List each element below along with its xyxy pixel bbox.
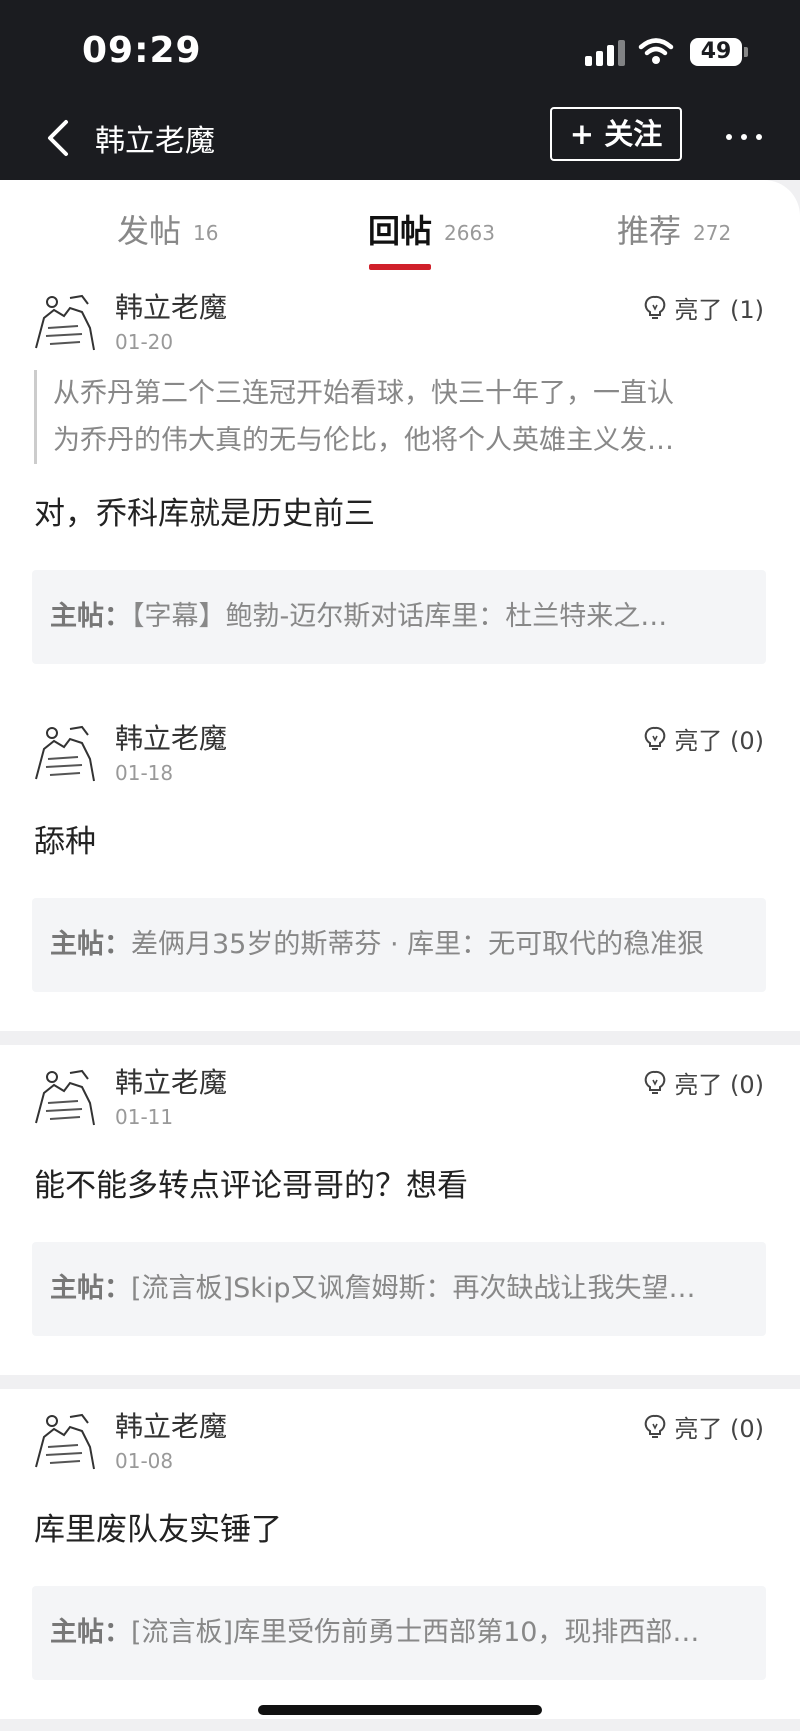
light-count: 亮了 (0): [674, 727, 764, 755]
more-options-icon[interactable]: [726, 122, 762, 152]
back-arrow-icon[interactable]: [44, 118, 74, 158]
reply-text: 舔种: [34, 824, 96, 860]
reply-text: 库里废队友实锤了: [34, 1512, 282, 1548]
content-panel: 发帖 16 回帖 2663 推荐 272 韩立老魔 01-20 亮了 (1) 从…: [0, 180, 800, 1731]
tab-replies-count: 2663: [444, 221, 495, 245]
status-time: 09:29: [82, 30, 202, 71]
reply-card[interactable]: 韩立老魔 01-18 亮了 (0) 舔种 主帖：差俩月35岁的斯蒂芬 · 库里：…: [0, 701, 800, 1031]
avatar[interactable]: [30, 288, 100, 358]
post-date: 01-20: [115, 330, 174, 354]
author-name[interactable]: 韩立老魔: [115, 717, 227, 757]
main-thread-link[interactable]: 主帖：差俩月35岁的斯蒂芬 · 库里：无可取代的稳准狠: [32, 898, 766, 992]
post-date: 01-08: [115, 1449, 174, 1473]
light-button[interactable]: 亮了 (1): [644, 290, 764, 325]
main-thread-link[interactable]: 主帖：[流言板]库里受伤前勇士西部第10，现排西部…: [32, 1586, 766, 1680]
light-count: 亮了 (1): [674, 296, 764, 324]
main-thread-link[interactable]: 主帖：【字幕】鲍勃-迈尔斯对话库里：杜兰特来之…: [32, 570, 766, 664]
tab-posts[interactable]: 发帖 16: [117, 206, 218, 252]
author-name[interactable]: 韩立老魔: [115, 1061, 227, 1101]
quote-line: 从乔丹第二个三连冠开始看球，快三十年了，一直认: [53, 378, 674, 409]
avatar[interactable]: [30, 719, 100, 789]
top-bar: 09:29 49 韩立老魔 + 关注: [0, 0, 800, 180]
battery-nub: [744, 47, 748, 57]
reply-text: 对，乔科库就是历史前三: [34, 496, 375, 532]
tab-recommend[interactable]: 推荐 272: [617, 206, 731, 252]
wifi-icon: [638, 38, 674, 64]
quote-line: 为乔丹的伟大真的无与伦比，他将个人英雄主义发…: [53, 425, 674, 456]
light-button[interactable]: 亮了 (0): [644, 1409, 764, 1444]
author-name[interactable]: 韩立老魔: [115, 286, 227, 326]
avatar[interactable]: [30, 1063, 100, 1133]
post-date: 01-11: [115, 1105, 174, 1129]
thread-title: 【字幕】鲍勃-迈尔斯对话库里：杜兰特来之…: [131, 601, 668, 632]
tab-replies[interactable]: 回帖 2663: [368, 206, 495, 252]
post-date: 01-18: [115, 761, 174, 785]
page-title: 韩立老魔: [95, 124, 215, 159]
lightbulb-icon: [645, 295, 666, 319]
light-button[interactable]: 亮了 (0): [644, 1065, 764, 1100]
author-name[interactable]: 韩立老魔: [115, 1405, 227, 1445]
tab-posts-label: 发帖: [117, 212, 182, 250]
thread-title: [流言板]库里受伤前勇士西部第10，现排西部…: [131, 1617, 700, 1648]
lightbulb-icon: [645, 1070, 666, 1094]
reply-card[interactable]: 韩立老魔 01-08 亮了 (0) 库里废队友实锤了 主帖：[流言板]库里受伤前…: [0, 1389, 800, 1719]
thread-label: 主帖：: [50, 1617, 131, 1648]
light-button[interactable]: 亮了 (0): [644, 721, 764, 756]
light-count: 亮了 (0): [674, 1071, 764, 1099]
light-count: 亮了 (0): [674, 1415, 764, 1443]
thread-label: 主帖：: [50, 1273, 131, 1304]
thread-label: 主帖：: [50, 929, 131, 960]
cellular-signal-icon: [585, 40, 627, 66]
avatar[interactable]: [30, 1407, 100, 1477]
follow-button[interactable]: + 关注: [550, 107, 682, 161]
lightbulb-icon: [645, 726, 666, 750]
tab-bar: 发帖 16 回帖 2663 推荐 272: [0, 180, 800, 270]
battery-icon: 49: [690, 38, 742, 66]
tab-replies-label: 回帖: [368, 212, 433, 250]
tab-recommend-label: 推荐: [617, 212, 682, 250]
thread-title: 差俩月35岁的斯蒂芬 · 库里：无可取代的稳准狠: [131, 929, 705, 960]
reply-text: 能不能多转点评论哥哥的？想看: [34, 1168, 468, 1204]
thread-label: 主帖：: [50, 601, 131, 632]
tab-recommend-count: 272: [693, 221, 732, 245]
tab-posts-count: 16: [193, 221, 219, 245]
thread-title: [流言板]Skip又讽詹姆斯：再次缺战让我失望…: [131, 1273, 696, 1304]
home-indicator[interactable]: [258, 1705, 542, 1715]
main-thread-link[interactable]: 主帖：[流言板]Skip又讽詹姆斯：再次缺战让我失望…: [32, 1242, 766, 1336]
quoted-comment: 从乔丹第二个三连冠开始看球，快三十年了，一直认 为乔丹的伟大真的无与伦比，他将个…: [34, 370, 753, 464]
lightbulb-icon: [645, 1414, 666, 1438]
reply-card[interactable]: 韩立老魔 01-11 亮了 (0) 能不能多转点评论哥哥的？想看 主帖：[流言板…: [0, 1045, 800, 1375]
